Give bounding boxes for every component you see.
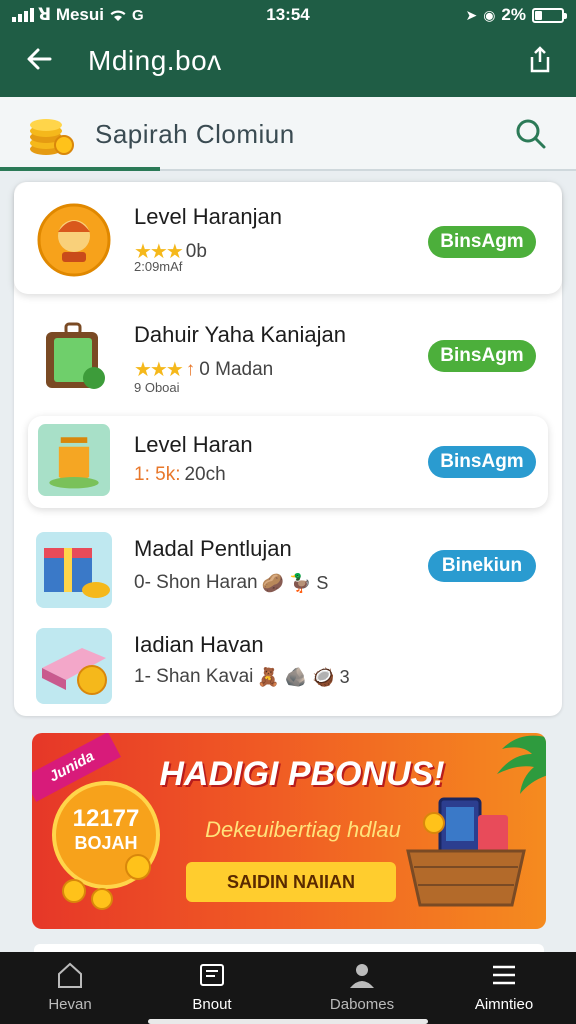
item-subtext: 9 Oboai [134,380,180,395]
item-rating: 1: 5k: 20ch [134,464,226,486]
item-rating: ★★★ ↑ 0 Madan [134,357,273,382]
back-button[interactable] [24,44,58,78]
rating-text: 0 Madan [199,358,274,380]
rating-text: 0- Shon Haran [134,572,258,593]
list-item[interactable]: Iadian Havan 1- Shan Kavai 🧸 🪨 🥥 3 [14,618,562,710]
app-bar: Mding.boᴧ [0,36,576,86]
item-title: Madal Pentlujan [134,536,292,561]
search-button[interactable] [514,117,548,151]
status-bar: ꓤ Mesui G 13:54 ➤ ◉ 2% [0,0,576,30]
item-action-button[interactable]: BinsAgm [428,446,536,478]
nav-label: Hevan [48,996,92,1013]
item-action-button[interactable]: BinsAgm [428,226,536,258]
highlight-text: 1: 5k: [134,464,181,485]
nav-label: Bnout [192,996,232,1013]
share-button[interactable] [528,46,552,74]
nav-item-board[interactable]: Bnout [152,960,272,1020]
arrow-left-icon [27,48,52,70]
status-right: ➤ ◉ 2% [465,5,567,25]
star-rating: ★★★ [134,359,184,381]
list-item[interactable]: Madal Pentlujan 0- Shon Haran 🥔 🦆 S Bine… [14,522,562,614]
battery-percent: 2% [501,5,526,24]
item-rating: 1- Shan Kavai 🧸 🪨 🥥 3 [134,666,350,688]
banner-cta-button[interactable]: SAIDIN NAIIAN [186,862,396,902]
item-title: Level Haran [134,432,253,457]
search-label: Sapirah Clomiun [95,119,295,149]
home-icon [58,962,82,988]
share-icon [530,46,550,73]
nav-label: Dabomes [329,996,395,1013]
page-title: Mding.boᴧ [88,45,222,76]
rating-prefix: ↑ [185,358,196,380]
item-action-button[interactable]: BinsAgm [428,340,536,372]
home-indicator[interactable] [148,1019,428,1024]
character-avatar-icon [37,203,111,277]
location-icon: ➤ [465,6,478,23]
coin-stack-icon [30,119,74,155]
item-rating: 0- Shon Haran 🥔 🦆 S [134,572,328,594]
item-title: Iadian Havan [134,632,264,657]
list-item[interactable]: Level Haranjan ★★★ 0b 2:09mAf BinsAgm [14,182,562,294]
board-icon [200,964,224,986]
nav-item-profile[interactable]: Dabomes [302,960,422,1020]
rating-text: 1- Shan Kavai [134,666,254,687]
eraser-coin-icon [36,628,112,704]
reward-icons: 🧸 🪨 🥥 3 [257,666,350,687]
item-action-button[interactable]: Binekiun [428,550,536,582]
bottom-nav: Hevan Bnout Dabomes Aimntieo [0,952,576,1024]
banner-tagline: Dekeuibertiag hdlau [205,817,401,842]
top-bar: ꓤ Mesui G 13:54 ➤ ◉ 2% Mding.boᴧ [0,0,576,97]
list-item[interactable]: Dahuir Yaha Kaniajan ★★★ ↑ 0 Madan 9 Obo… [14,300,562,400]
item-subtext: 2:09mAf [134,259,183,274]
nav-label: Aimntieo [474,996,534,1013]
reward-icons: 🥔 🦆 S [261,572,329,593]
user-icon [350,964,374,988]
calculator-case-icon [46,322,105,389]
search-icon [516,119,546,149]
tab-indicator [0,167,160,171]
battery-icon [532,7,567,23]
item-title: Dahuir Yaha Kaniajan [134,322,347,347]
gift-basket-icon [406,797,526,907]
badge-number: 12177 [72,805,140,832]
alarm-icon: ◉ [483,6,496,23]
banner-headline: HADIGI PBONUS! [159,755,445,793]
list-item[interactable]: Level Haran 1: 5k: 20ch BinsAgm [28,416,548,508]
coins-icon [62,854,151,910]
nav-item-menu[interactable]: Aimntieo [444,960,564,1020]
search-header: Sapirah Clomiun [0,97,576,171]
nav-item-home[interactable]: Hevan [10,960,130,1020]
item-list: Level Haranjan ★★★ 0b 2:09mAf BinsAgm Da… [14,182,562,716]
trophy-pot-icon [38,424,110,496]
item-title: Level Haranjan [134,204,282,229]
battery-fill [535,10,542,20]
menu-icon [493,965,515,985]
bonus-banner[interactable]: Junida 12177 BOJAH HADIGI PBONUS! Dekeui… [32,733,546,929]
rating-text: 20ch [184,464,226,485]
rating-text: 0b [185,240,207,262]
badge-label: BOJAH [74,833,138,853]
gift-box-icon [36,532,112,608]
